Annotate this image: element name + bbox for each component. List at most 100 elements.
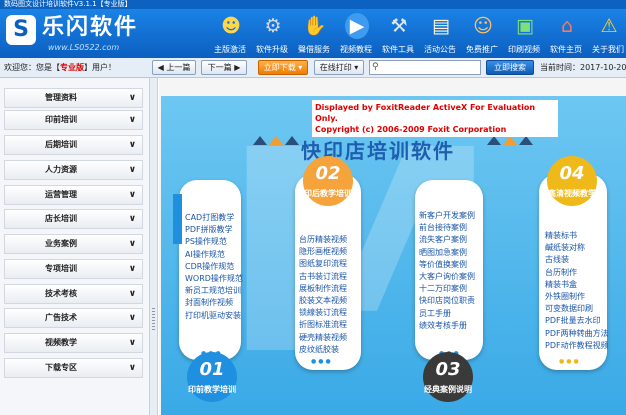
list-item[interactable]: 硬壳精装视频 — [299, 332, 347, 344]
sidebar: 管理资料 ∨ 印前培训 ∨ 后期培训 ∨ 人力资源 ∨ 运营管理 ∨ 店长培训 ∨ 业务案例… — [0, 78, 150, 415]
list-item[interactable]: 员工手册 — [419, 308, 475, 320]
list-item[interactable]: 前台接待案例 — [419, 222, 475, 234]
list-item[interactable]: PDF拼版教学 — [185, 224, 243, 236]
list-item[interactable]: 外铁圈制作 — [545, 291, 609, 303]
list-item[interactable]: 台历制作 — [545, 267, 609, 279]
download-button[interactable]: 立即下载 ▾ — [258, 60, 308, 75]
prev-button[interactable]: ◀ 上一篇 — [152, 60, 196, 75]
chevron-down-icon: ▾ — [354, 63, 359, 72]
list-item[interactable]: 晒图加急案例 — [419, 247, 475, 259]
list-item[interactable]: PDF批量去水印 — [545, 315, 609, 327]
triangle-decoration — [519, 136, 533, 145]
activate-button[interactable]: ☻ 主版激活 — [210, 11, 250, 57]
sidebar-item-label: 广告技术 — [45, 313, 77, 322]
homepage-button[interactable]: ⌂ 软件主页 — [546, 11, 586, 57]
video-tutorial-button[interactable]: ▶ 视频教程 — [336, 11, 376, 57]
sidebar-item-manager-training[interactable]: 店长培训 ∨ — [4, 209, 143, 229]
sidebar-item-downloads[interactable]: 下载专区 ∨ — [4, 358, 143, 378]
list-item[interactable]: 十二万印案例 — [419, 283, 475, 295]
welcome-prefix: 欢迎您：您是【 — [4, 63, 60, 72]
watermark-line: Displayed by FoxitReader ActiveX For Eva… — [315, 103, 536, 123]
free-promotion-button[interactable]: ☺ 免费推广 — [462, 11, 502, 57]
tool-label: 聲借服务 — [298, 45, 330, 54]
list-item[interactable]: AI操作规范 — [185, 249, 243, 261]
sidebar-item-postpress[interactable]: 后期培训 ∨ — [4, 135, 143, 155]
list-item[interactable]: 流失客户案例 — [419, 234, 475, 246]
list-item[interactable]: 古书装订流程 — [299, 271, 347, 283]
window-title: 数码图文设计培训软件V3.1.1【专业版】 — [0, 0, 626, 9]
tool-label: 软件工具 — [382, 45, 414, 54]
search-input[interactable]: ⚲ — [369, 60, 481, 75]
next-label: 下一篇 — [207, 63, 232, 72]
card-title: 高清视频教学 — [548, 189, 596, 198]
sidebar-item-business-cases[interactable]: 业务案例 ∨ — [4, 234, 143, 254]
handshake-icon: ✋ — [303, 15, 327, 37]
user-group-icon: ☻ — [221, 15, 241, 37]
sidebar-item-label: 下载专区 — [45, 363, 77, 372]
list-item[interactable]: 绩效考核手册 — [419, 320, 475, 332]
sidebar-item-ad-tech[interactable]: 广告技术 ∨ — [4, 308, 143, 328]
pagination-dots: ●●● — [311, 358, 333, 365]
list-item[interactable]: 封面制作视频 — [185, 297, 243, 309]
list-item[interactable]: 隐形画框视频 — [299, 246, 347, 258]
list-item[interactable]: PDF两种转曲方法 — [545, 328, 609, 340]
arrow-left-icon: ◀ — [157, 63, 164, 72]
list-item[interactable]: 鹹纸装对称 — [545, 242, 609, 254]
list-item[interactable]: PS操作规范 — [185, 236, 243, 248]
list-item[interactable]: 皮纹纸胶装 — [299, 344, 347, 356]
document-viewer: M 快印店培训软件 CAD打图教学 PDF拼版教学 PS操作规范 AI操作规范 … — [159, 78, 626, 415]
chevron-down-icon: ∨ — [128, 264, 136, 274]
evaluation-watermark: Displayed by FoxitReader ActiveX For Eva… — [312, 100, 558, 137]
sidebar-item-management[interactable]: 管理资料 ∨ — [4, 88, 143, 108]
sidebar-splitter[interactable] — [150, 78, 158, 415]
list-item[interactable]: 古线装 — [545, 254, 609, 266]
list-item[interactable]: CDR操作规范 — [185, 261, 243, 273]
list-item[interactable]: 展板制作流程 — [299, 283, 347, 295]
list-item[interactable]: WORD操作规范 — [185, 273, 243, 285]
sidebar-item-label: 专项培训 — [45, 264, 77, 273]
list-item[interactable]: 台历精装视频 — [299, 234, 347, 246]
sidebar-item-hr[interactable]: 人力资源 ∨ — [4, 160, 143, 180]
sidebar-item-prepress[interactable]: 印前培训 ∨ — [4, 110, 143, 130]
triangle-decoration — [269, 136, 283, 145]
pagination-dots: ●●● — [559, 358, 581, 365]
logo-text: 乐闪软件 — [42, 15, 139, 40]
list-item[interactable]: 折图标准流程 — [299, 319, 347, 331]
search-button[interactable]: 立即搜索 — [486, 60, 534, 75]
list-item[interactable]: 精装书盒 — [545, 279, 609, 291]
list-item[interactable]: 图纸复印流程 — [299, 258, 347, 270]
card-badge-01: 01 印前教学培训 — [187, 352, 237, 402]
list-item[interactable]: 胶装文本视频 — [299, 295, 347, 307]
upgrade-button[interactable]: ⚙ 软件升级 — [252, 11, 292, 57]
list-item[interactable]: 新客户开发案例 — [419, 210, 475, 222]
list-item[interactable]: CAD打图教学 — [185, 212, 243, 224]
chevron-down-icon: ∨ — [128, 190, 136, 200]
list-item[interactable]: 可变数据印刷 — [545, 303, 609, 315]
sidebar-item-video-teaching[interactable]: 视频教学 ∨ — [4, 333, 143, 353]
print-video-button[interactable]: ▣ 印刷视频 — [504, 11, 544, 57]
card-badge-04: 04 高清视频教学 — [547, 156, 597, 206]
list-item[interactable]: 等价值换案例 — [419, 259, 475, 271]
sidebar-item-skill-assessment[interactable]: 技术考核 ∨ — [4, 284, 143, 304]
list-item[interactable]: PDF动作教程视频 — [545, 340, 609, 352]
tools-icon: ⚒ — [390, 15, 408, 37]
software-tools-button[interactable]: ⚒ 软件工具 — [378, 11, 418, 57]
list-item[interactable]: 锁線装订流程 — [299, 307, 347, 319]
list-item[interactable]: 精装标书 — [545, 230, 609, 242]
splitter-grip-icon[interactable] — [152, 308, 155, 330]
home-icon: ⌂ — [560, 15, 574, 37]
list-item[interactable]: 新员工规范培训 — [185, 285, 243, 297]
sidebar-item-operations[interactable]: 运营管理 ∨ — [4, 185, 143, 205]
sidebar-item-special-training[interactable]: 专项培训 ∨ — [4, 259, 143, 279]
sidebar-item-label: 业务案例 — [45, 239, 77, 248]
next-button[interactable]: 下一篇 ▶ — [201, 60, 247, 75]
list-item[interactable]: 大客户询价案例 — [419, 271, 475, 283]
sidebar-item-label: 后期培训 — [45, 140, 77, 149]
service-button[interactable]: ✋ 聲借服务 — [294, 11, 334, 57]
list-item[interactable]: 快印店岗位职责 — [419, 295, 475, 307]
list-item[interactable]: 打印机驱动安装 — [185, 310, 243, 322]
announcement-button[interactable]: ▤ 活动公告 — [420, 11, 460, 57]
about-button[interactable]: ⚠ 关于我们 — [588, 11, 626, 57]
triangle-decoration — [503, 136, 517, 145]
print-button[interactable]: 在线打印 ▾ — [314, 60, 364, 75]
